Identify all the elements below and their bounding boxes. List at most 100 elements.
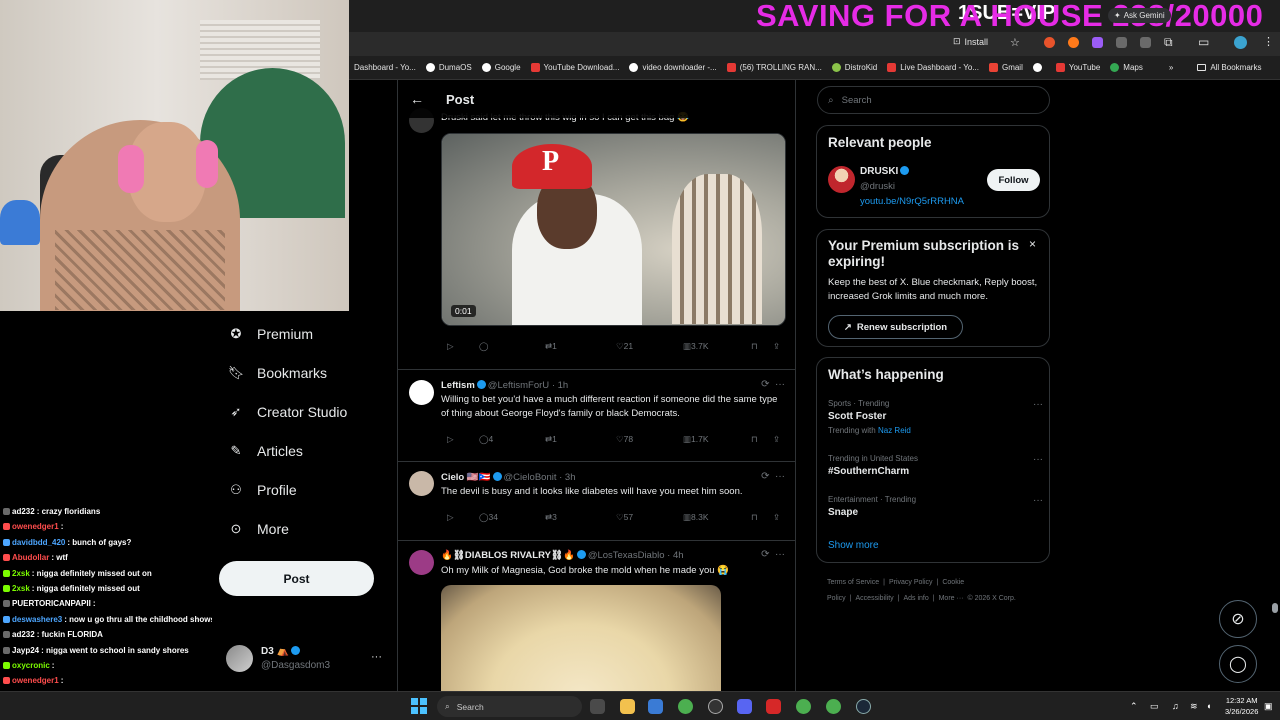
- post-button[interactable]: Post: [219, 561, 374, 596]
- bookmark-icon[interactable]: ⊓: [751, 512, 758, 523]
- repost-button[interactable]: ⇄ 1: [545, 341, 557, 352]
- bookmark-item[interactable]: Live Dashboard - Yo...: [882, 63, 984, 72]
- nav-more[interactable]: ⊙ More: [212, 509, 392, 548]
- extensions-puzzle-icon[interactable]: ⧉: [1164, 35, 1173, 50]
- bookmark-item[interactable]: Maps: [1105, 63, 1148, 72]
- like-button[interactable]: ♡ 57: [616, 512, 633, 523]
- bookmark-icon[interactable]: ⊓: [751, 341, 758, 352]
- microphone-icon[interactable]: ♫: [1172, 701, 1179, 711]
- trend-menu-icon[interactable]: ···: [1033, 454, 1043, 465]
- all-bookmarks-button[interactable]: All Bookmarks: [1192, 63, 1266, 72]
- trend-item[interactable]: Sports · Trending Scott Foster Trending …: [828, 399, 1043, 435]
- wifi-icon[interactable]: ≋: [1190, 701, 1198, 712]
- post-menu-icon[interactable]: ⟳ ···: [761, 471, 785, 482]
- extension-icon[interactable]: [1140, 37, 1151, 48]
- footer-link[interactable]: © 2026 X Corp.: [967, 595, 1015, 602]
- show-more-link[interactable]: Show more: [828, 540, 879, 551]
- play-icon[interactable]: ▷: [447, 512, 454, 523]
- task-view-icon[interactable]: [590, 699, 605, 714]
- chat-username[interactable]: davidbdd_420: [12, 538, 65, 547]
- share-icon[interactable]: ⇪: [773, 512, 780, 523]
- chat-username[interactable]: oxycronic: [12, 661, 50, 670]
- nav-profile[interactable]: ⚇ Profile: [212, 470, 392, 509]
- chrome-icon[interactable]: [796, 699, 811, 714]
- profile-avatar-icon[interactable]: [1234, 36, 1247, 49]
- post-video[interactable]: P 0:01: [441, 133, 786, 326]
- bookmark-item[interactable]: Gmail: [984, 63, 1028, 72]
- bookmark-item[interactable]: YouTube: [1051, 63, 1105, 72]
- page-scrollbar[interactable]: [1272, 603, 1278, 613]
- main-post[interactable]: Druski said let me throw this wig in so …: [398, 80, 795, 370]
- bookmark-item[interactable]: Dashboard - Yo...: [349, 63, 421, 72]
- avatar[interactable]: [828, 166, 855, 193]
- system-clock[interactable]: 12:32 AM 3/26/2026: [1225, 695, 1258, 717]
- share-icon[interactable]: ⇪: [773, 341, 780, 352]
- footer-link[interactable]: Terms of Service: [827, 579, 879, 586]
- chat-username[interactable]: ad232: [12, 630, 35, 639]
- play-icon[interactable]: ▷: [447, 341, 454, 352]
- post-image[interactable]: [441, 585, 721, 691]
- chrome-icon[interactable]: [826, 699, 841, 714]
- bookmark-star-icon[interactable]: ☆: [1010, 36, 1020, 49]
- notification-icon[interactable]: ▣: [1264, 701, 1273, 712]
- trend-with-link[interactable]: Naz Reid: [878, 426, 911, 435]
- chat-username[interactable]: 2xsk: [12, 569, 30, 578]
- avatar[interactable]: [409, 471, 434, 496]
- renew-subscription-button[interactable]: ↗ Renew subscription: [828, 315, 963, 339]
- volume-icon[interactable]: ◖: [1206, 701, 1211, 711]
- bookmark-icon[interactable]: ⊓: [751, 434, 758, 445]
- follow-button[interactable]: Follow: [987, 169, 1040, 191]
- person-name[interactable]: DRUSKI: [860, 166, 911, 177]
- reply-post[interactable]: Leftism @LeftismForU · 1h ⟳ ··· Willing t…: [398, 370, 795, 462]
- like-button[interactable]: ♡ 78: [616, 434, 633, 445]
- extension-icon[interactable]: [1044, 37, 1055, 48]
- chrome-icon[interactable]: [678, 699, 693, 714]
- ask-gemini-button[interactable]: ✦ Ask Gemini: [1108, 8, 1171, 23]
- reply-button[interactable]: ◯ 4: [479, 434, 493, 445]
- taskbar-search[interactable]: ⌕ Search: [437, 696, 582, 717]
- trend-menu-icon[interactable]: ···: [1033, 495, 1043, 506]
- chat-username[interactable]: owenedger1: [12, 522, 59, 531]
- views-count[interactable]: ▥ 1.7K: [683, 434, 709, 445]
- reply-icon[interactable]: ◯: [479, 341, 489, 352]
- messages-button[interactable]: ◯: [1219, 645, 1257, 683]
- nav-articles[interactable]: ✎ Articles: [212, 431, 392, 470]
- more-bookmarks-button[interactable]: »: [1164, 63, 1178, 72]
- views-count[interactable]: ▥ 8.3K: [683, 512, 709, 523]
- back-arrow-icon[interactable]: ←: [410, 91, 430, 107]
- account-switcher[interactable]: D3 ⛺ @Dasgasdom3 ···: [226, 645, 386, 675]
- extension-icon[interactable]: [1092, 37, 1103, 48]
- adobe-icon[interactable]: [766, 699, 781, 714]
- file-explorer-icon[interactable]: [620, 699, 635, 714]
- trend-item[interactable]: Entertainment · Trending Snape ···: [828, 495, 1043, 518]
- install-app-button[interactable]: ⊡ Install: [953, 36, 988, 47]
- windows-start-icon[interactable]: [411, 698, 427, 714]
- footer-link[interactable]: Ads info: [903, 595, 928, 602]
- post-menu-icon[interactable]: ⟳ ···: [761, 549, 785, 560]
- chat-username[interactable]: Abudollar: [12, 553, 49, 562]
- chat-username[interactable]: 2xsk: [12, 584, 30, 593]
- account-menu-icon[interactable]: ···: [371, 651, 382, 663]
- network-icon[interactable]: ▭: [1150, 701, 1159, 712]
- bookmark-item[interactable]: DistroKid: [827, 63, 882, 72]
- close-icon[interactable]: ×: [1029, 237, 1036, 251]
- search-input[interactable]: ⌕ Search: [817, 86, 1050, 114]
- repost-button[interactable]: ⇄ 1: [545, 434, 557, 445]
- tray-chevron-icon[interactable]: ⌃: [1130, 701, 1138, 712]
- views-count[interactable]: ▥ 3.7K: [683, 341, 709, 352]
- like-button[interactable]: ♡ 21: [616, 341, 633, 352]
- nav-bookmarks[interactable]: 🔖︎ Bookmarks: [212, 353, 392, 392]
- chat-username[interactable]: deswashere3: [12, 615, 62, 624]
- obs-icon[interactable]: [708, 699, 723, 714]
- trend-menu-icon[interactable]: ···: [1033, 399, 1043, 410]
- chat-username[interactable]: ad232: [12, 507, 35, 516]
- reply-button[interactable]: ◯ 34: [479, 512, 498, 523]
- bookmark-item[interactable]: video downloader -...: [624, 63, 721, 72]
- extension-icon[interactable]: [1116, 37, 1127, 48]
- bookmark-item[interactable]: DumaOS: [421, 63, 477, 72]
- chat-username[interactable]: PUERTORICANPAPII: [12, 599, 91, 608]
- split-view-icon[interactable]: ▭: [1198, 35, 1209, 49]
- footer-link[interactable]: Accessibility: [856, 595, 894, 602]
- nav-premium[interactable]: ✪ Premium: [212, 314, 392, 353]
- bookmark-item[interactable]: Google: [477, 63, 526, 72]
